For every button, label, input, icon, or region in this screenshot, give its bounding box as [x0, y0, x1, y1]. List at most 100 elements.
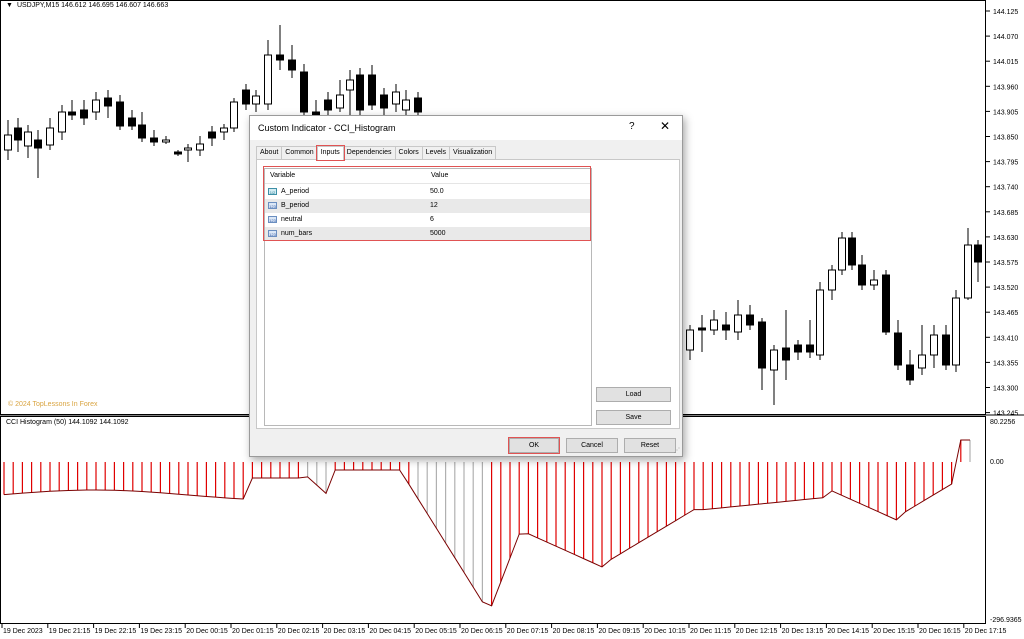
candle-body: [952, 297, 960, 366]
variable-value[interactable]: 6: [430, 216, 434, 223]
candle-body: [964, 244, 972, 299]
time-label: 20 Dec 17:15: [965, 628, 1007, 635]
candle-body: [68, 111, 76, 116]
integer-type-icon: 123: [268, 202, 277, 209]
candle-body: [288, 59, 296, 71]
candle-body: [918, 354, 926, 369]
candle-body: [92, 99, 100, 113]
tab-levels[interactable]: Levels: [421, 146, 451, 160]
save-button[interactable]: Save: [596, 410, 671, 425]
time-label: 20 Dec 10:15: [644, 628, 686, 635]
close-button[interactable]: ✕: [660, 119, 670, 133]
candle-body: [162, 139, 170, 143]
variable-value[interactable]: 5000: [430, 230, 446, 237]
table-row[interactable]: 123 neutral 6: [265, 213, 591, 227]
indicator-axis-label: -296.9365: [990, 617, 1022, 624]
time-label: 20 Dec 02:15: [278, 628, 320, 635]
reset-button[interactable]: Reset: [624, 438, 676, 453]
time-label: 20 Dec 16:15: [919, 628, 961, 635]
load-button[interactable]: Load: [596, 387, 671, 402]
indicator-label: CCI Histogram (50) 144.1092 144.1092: [6, 419, 129, 426]
candle-body: [242, 89, 250, 105]
price-label: 143.465: [993, 310, 1018, 317]
tab-common[interactable]: Common: [281, 146, 318, 160]
time-label: 20 Dec 14:15: [827, 628, 869, 635]
variable-value[interactable]: 12: [430, 202, 438, 209]
price-label: 143.795: [993, 160, 1018, 167]
resize-grip-icon[interactable]: ⋰: [674, 447, 680, 454]
time-label: 20 Dec 06:15: [461, 628, 503, 635]
candle-body: [230, 101, 238, 129]
candle-body: [80, 109, 88, 119]
price-label: 144.125: [993, 9, 1018, 16]
tab-visualization[interactable]: Visualization: [449, 146, 497, 160]
candle-body: [414, 97, 422, 113]
candle-body: [46, 127, 54, 146]
table-row[interactable]: 1/2 A_period 50.0: [265, 185, 591, 199]
candle-body: [128, 117, 136, 127]
candle-body: [368, 74, 376, 106]
candle-body: [104, 97, 112, 107]
candle-body: [34, 139, 42, 149]
inputs-table[interactable]: Variable Value 1/2 A_period 50.0 123 B_p…: [264, 168, 592, 426]
dropdown-triangle-icon[interactable]: ▼: [6, 2, 13, 9]
candle-body: [14, 127, 22, 141]
candle-body: [722, 324, 730, 331]
price-label: 143.575: [993, 260, 1018, 267]
candle-body: [356, 74, 364, 111]
indicator-axis-label: 80.2256: [990, 419, 1015, 426]
time-label: 20 Dec 01:15: [232, 628, 274, 635]
variable-name: num_bars: [281, 230, 313, 237]
tab-inputs[interactable]: Inputs: [315, 145, 345, 161]
time-label: 20 Dec 07:15: [507, 628, 549, 635]
table-row[interactable]: 123 num_bars 5000: [265, 227, 591, 241]
candle-body: [324, 99, 332, 111]
candle-body: [4, 134, 12, 151]
histogram-line: [3, 439, 970, 607]
symbol-info: USDJPY,M15 146.612 146.695 146.607 146.6…: [16, 2, 169, 9]
col-variable[interactable]: Variable: [270, 172, 295, 179]
candle-body: [858, 264, 866, 286]
candle-body: [882, 274, 890, 333]
cancel-button[interactable]: Cancel: [566, 438, 618, 453]
price-label: 144.015: [993, 59, 1018, 66]
col-value[interactable]: Value: [431, 172, 448, 179]
candle-body: [346, 79, 354, 91]
candle-body: [116, 101, 124, 127]
price-label: 143.685: [993, 210, 1018, 217]
candle-body: [58, 111, 66, 133]
tab-dependencies[interactable]: Dependencies: [342, 146, 396, 160]
dialog-titlebar[interactable]: Custom Indicator - CCI_Histogram ? ✕: [250, 116, 682, 140]
tab-about[interactable]: About: [256, 146, 283, 160]
help-button[interactable]: ?: [629, 121, 635, 132]
time-label: 19 Dec 23:15: [140, 628, 182, 635]
time-label: 20 Dec 08:15: [553, 628, 595, 635]
time-label: 19 Dec 21:15: [49, 628, 91, 635]
tab-colors[interactable]: Colors: [394, 146, 423, 160]
price-label: 144.070: [993, 34, 1018, 41]
time-label: 20 Dec 05:15: [415, 628, 457, 635]
candle-body: [392, 91, 400, 105]
candle-body: [380, 94, 388, 109]
candle-body: [828, 269, 836, 291]
dialog-tabs: About Common Inputs Dependencies Colors …: [256, 145, 497, 161]
candle-body: [138, 124, 146, 139]
candle-body: [848, 237, 856, 266]
variable-name: A_period: [281, 188, 310, 195]
candle-body: [336, 94, 344, 109]
candle-body: [758, 321, 766, 369]
candle-body: [806, 344, 814, 353]
candle-body: [974, 244, 982, 263]
time-label: 19 Dec 2023: [3, 628, 43, 635]
time-label: 20 Dec 04:15: [369, 628, 411, 635]
candle-body: [196, 143, 204, 151]
time-label: 20 Dec 00:15: [186, 628, 228, 635]
indicator-axis-label: 0.00: [990, 459, 1004, 466]
candle-body: [710, 319, 718, 331]
candle-body: [838, 237, 846, 271]
variable-value[interactable]: 50.0: [430, 188, 444, 195]
candle-body: [894, 332, 902, 366]
ok-button[interactable]: OK: [508, 437, 560, 454]
table-row[interactable]: 123 B_period 12: [265, 199, 591, 213]
candle-body: [252, 95, 260, 105]
